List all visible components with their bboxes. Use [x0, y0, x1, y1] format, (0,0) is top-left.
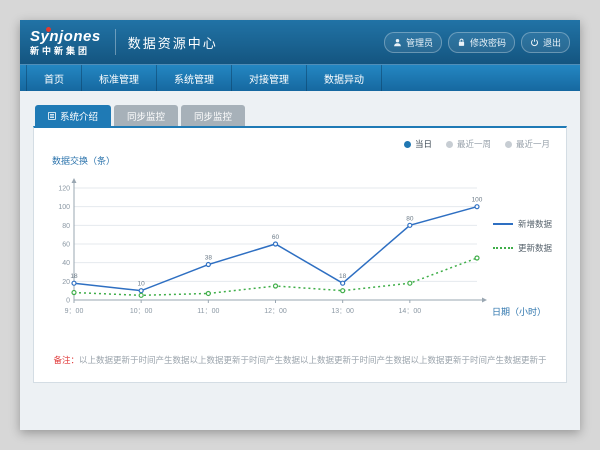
svg-text:9：00: 9：00	[65, 308, 84, 315]
svg-text:80: 80	[62, 223, 70, 230]
svg-text:11：00: 11：00	[197, 308, 219, 315]
tab-system-intro[interactable]: 系统介绍	[35, 105, 111, 126]
page-title: 数据资源中心	[128, 33, 218, 52]
nav-item-home[interactable]: 首页	[26, 65, 82, 91]
svg-text:80: 80	[406, 215, 414, 222]
svg-text:10：00: 10：00	[130, 308, 153, 315]
logo-red-dot-icon	[46, 27, 51, 32]
footnote-text: 以上数据更新于时间产生数据以上数据更新于时间产生数据以上数据更新于时间产生数据以…	[79, 355, 547, 365]
main-nav: 首页 标准管理 系统管理 对接管理 数据异动	[20, 64, 580, 91]
period-today[interactable]: 当日	[404, 138, 432, 150]
blue-line-icon	[493, 223, 513, 225]
legend-series-updated-data[interactable]: 更新数据	[493, 242, 552, 254]
power-icon	[530, 38, 539, 47]
svg-text:12：00: 12：00	[264, 308, 287, 315]
chart-wrapper: 0 20 40 60 80 100 120 9：00 10：00 11：00 12：00 13：00 1…	[44, 174, 489, 331]
nav-item-standard-mgmt[interactable]: 标准管理	[82, 65, 157, 91]
svg-text:40: 40	[62, 260, 70, 267]
x-axis-title: 日期（小时）	[492, 305, 546, 318]
legend-series-new-data[interactable]: 新增数据	[493, 218, 552, 230]
content-area: 系统介绍 同步监控 同步监控 当日 最近一周 最近一月 数据交	[20, 91, 580, 430]
tab-sync-monitor-1[interactable]: 同步监控	[114, 105, 178, 126]
line-chart: 0 20 40 60 80 100 120 9：00 10：00 11：00 12：00 13：00 1…	[44, 174, 489, 326]
change-password-button[interactable]: 修改密码	[448, 32, 515, 53]
logo-text: Synjones	[30, 29, 101, 44]
svg-text:100: 100	[58, 204, 70, 211]
app-window: Synjones 新中新集团 数据资源中心 管理员 修改密码	[20, 20, 580, 430]
svg-text:100: 100	[472, 197, 483, 204]
chart-panel: 当日 最近一周 最近一月 数据交换（条） 0 20 40 60 80 100 120 9：00…	[33, 126, 567, 383]
nav-item-data-change[interactable]: 数据异动	[307, 65, 382, 91]
nav-item-connection-mgmt[interactable]: 对接管理	[232, 65, 307, 91]
app-header: Synjones 新中新集团 数据资源中心 管理员 修改密码	[20, 20, 580, 64]
green-dotted-line-icon	[493, 247, 513, 249]
tab-bar: 系统介绍 同步监控 同步监控	[35, 105, 567, 126]
svg-text:20: 20	[62, 279, 70, 286]
header-divider	[115, 29, 116, 55]
radio-dot-icon	[446, 141, 453, 148]
period-filter: 当日 最近一周 最近一月	[404, 138, 550, 150]
user-icon	[393, 38, 402, 47]
svg-text:38: 38	[205, 255, 213, 262]
svg-text:18: 18	[339, 273, 347, 280]
svg-text:18: 18	[70, 273, 78, 280]
footnote-prefix: 备注：	[53, 355, 79, 365]
logo-company-name: 新中新集团	[30, 47, 101, 56]
list-icon	[48, 112, 56, 120]
radio-dot-icon	[505, 141, 512, 148]
svg-text:120: 120	[58, 186, 70, 193]
period-last-month[interactable]: 最近一月	[505, 138, 550, 150]
lock-icon	[457, 38, 466, 47]
svg-text:0: 0	[66, 298, 70, 305]
svg-text:14：00: 14：00	[399, 308, 422, 315]
svg-text:60: 60	[272, 234, 280, 241]
svg-text:13：00: 13：00	[331, 308, 354, 315]
svg-text:10: 10	[138, 281, 146, 288]
radio-dot-icon	[404, 141, 411, 148]
y-axis-title: 数据交换（条）	[52, 154, 115, 167]
logo: Synjones 新中新集团	[30, 29, 113, 56]
user-button[interactable]: 管理员	[384, 32, 442, 53]
period-last-week[interactable]: 最近一周	[446, 138, 491, 150]
tab-sync-monitor-2[interactable]: 同步监控	[181, 105, 245, 126]
footnote: 备注：以上数据更新于时间产生数据以上数据更新于时间产生数据以上数据更新于时间产生…	[34, 354, 566, 366]
series-legend: 新增数据 更新数据	[493, 218, 552, 254]
header-actions: 管理员 修改密码 退出	[384, 32, 570, 53]
logout-button[interactable]: 退出	[521, 32, 570, 53]
svg-text:60: 60	[62, 242, 70, 249]
nav-item-system-mgmt[interactable]: 系统管理	[157, 65, 232, 91]
